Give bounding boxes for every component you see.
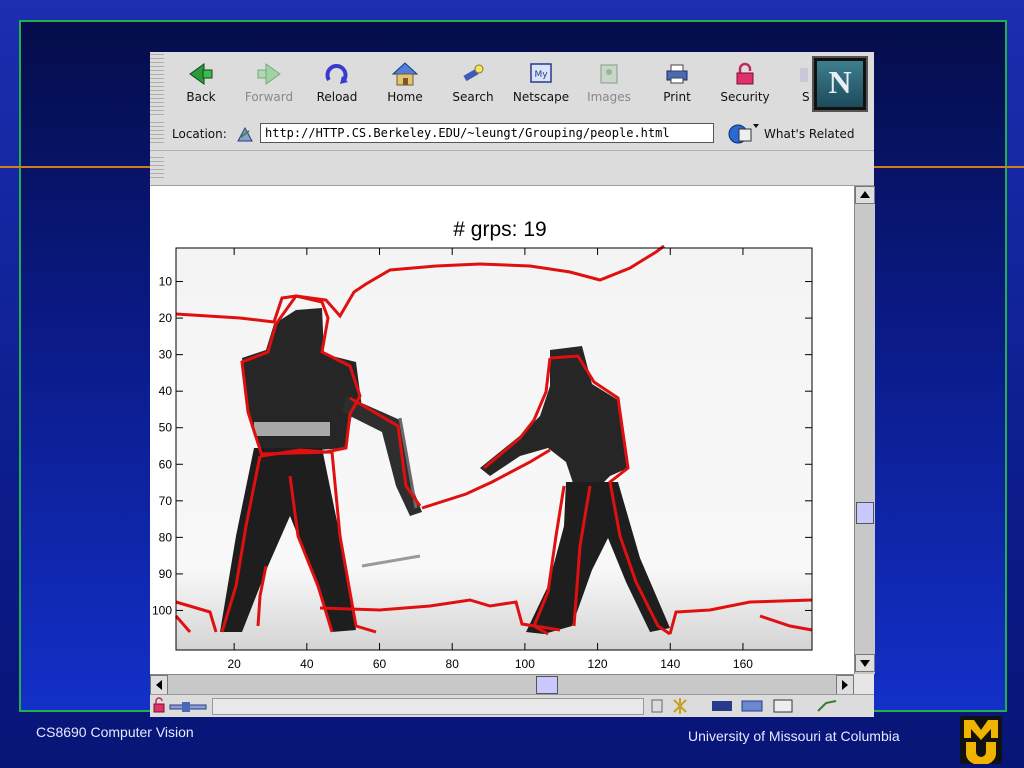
back-label: Back <box>186 90 216 104</box>
location-grip[interactable] <box>150 122 164 146</box>
images-button[interactable]: Images <box>576 58 642 112</box>
personal-toolbar <box>150 151 874 186</box>
scroll-up-button[interactable] <box>855 186 875 204</box>
forward-arrow-icon <box>257 63 281 85</box>
netscape-button[interactable]: My Netscape <box>508 58 574 112</box>
reload-label: Reload <box>316 90 358 104</box>
y-tick-label: 80 <box>159 530 173 544</box>
forward-label: Forward <box>244 90 294 104</box>
navigation-toolbar: Back Forward Reload Home Search My Netsc… <box>150 52 874 119</box>
back-button[interactable]: Back <box>168 58 234 112</box>
vertical-scroll-thumb[interactable] <box>856 502 874 524</box>
triangle-up-icon <box>860 191 870 198</box>
location-label: Location: <box>172 127 227 141</box>
shop-button[interactable]: S <box>780 58 810 112</box>
home-icon <box>391 62 419 86</box>
svg-text:My: My <box>534 70 548 80</box>
triangle-left-icon <box>156 680 162 690</box>
scroll-left-button[interactable] <box>150 675 168 695</box>
search-flashlight-icon <box>463 64 484 82</box>
search-button[interactable]: Search <box>440 58 506 112</box>
print-button[interactable]: Print <box>644 58 710 112</box>
print-label: Print <box>663 90 691 104</box>
status-message-field <box>212 698 644 715</box>
reload-button[interactable]: Reload <box>304 58 370 112</box>
scroll-right-button[interactable] <box>836 675 854 695</box>
x-tick-label: 80 <box>446 657 460 671</box>
x-tick-label: 100 <box>515 657 535 671</box>
back-arrow-icon <box>189 63 213 85</box>
forward-button[interactable]: Forward <box>236 58 302 112</box>
url-input[interactable]: http://HTTP.CS.Berkeley.EDU/~leungt/Grou… <box>260 123 714 143</box>
printer-icon <box>666 64 688 84</box>
y-tick-label: 60 <box>159 457 173 471</box>
y-tick-label: 40 <box>159 384 173 398</box>
triangle-right-icon <box>842 680 848 690</box>
padlock-icon <box>736 62 754 85</box>
bookmark-page-icon[interactable] <box>234 123 256 145</box>
figure-title: # grps: 19 <box>453 218 546 241</box>
security-label: Security <box>720 90 770 104</box>
segmentation-figure: # grps: 19 20 40 60 80 100 120 140 160 1… <box>152 218 813 671</box>
y-tick-label: 10 <box>159 275 173 289</box>
my-netscape-icon: My <box>530 63 552 83</box>
reload-icon <box>325 64 348 84</box>
y-tick-label: 20 <box>159 311 173 325</box>
whats-related-button[interactable]: What's Related <box>724 122 870 146</box>
university-logo <box>960 716 1002 764</box>
whats-related-label: What's Related <box>764 127 855 141</box>
x-tick-label: 60 <box>373 657 387 671</box>
images-icon <box>600 64 618 84</box>
netscape-logo[interactable]: N <box>812 56 868 112</box>
location-bar: Location: http://HTTP.CS.Berkeley.EDU/~l… <box>150 118 874 151</box>
status-bar <box>150 694 874 717</box>
y-tick-label: 30 <box>159 348 173 362</box>
security-button[interactable]: Security <box>712 58 778 112</box>
y-tick-label: 70 <box>159 494 173 508</box>
whats-related-icon <box>728 124 759 144</box>
university-name: University of Missouri at Columbia <box>688 728 900 744</box>
x-tick-label: 160 <box>733 657 753 671</box>
images-label: Images <box>587 90 631 104</box>
y-tick-label: 90 <box>159 567 173 581</box>
scroll-down-button[interactable] <box>855 654 875 672</box>
x-tick-label: 140 <box>660 657 680 671</box>
course-title: CS8690 Computer Vision <box>36 724 194 740</box>
triangle-down-icon <box>860 660 870 667</box>
home-button[interactable]: Home <box>372 58 438 112</box>
x-tick-label: 120 <box>588 657 608 671</box>
page-content: # grps: 19 20 40 60 80 100 120 140 160 1… <box>150 186 854 674</box>
toolbar-grip[interactable] <box>150 54 164 116</box>
home-label: Home <box>387 90 423 104</box>
browser-window: Back Forward Reload Home Search My Netsc… <box>150 52 875 717</box>
security-connection-icon[interactable] <box>152 697 208 715</box>
x-tick-label: 20 <box>227 657 241 671</box>
shop-icon <box>800 68 808 82</box>
y-tick-label: 50 <box>159 421 173 435</box>
search-label: Search <box>452 90 494 104</box>
y-tick-label: 100 <box>152 603 172 617</box>
horizontal-scrollbar[interactable] <box>150 674 854 695</box>
x-tick-label: 40 <box>300 657 314 671</box>
shop-label: S <box>802 90 810 104</box>
netscape-label: Netscape <box>512 90 570 104</box>
personal-toolbar-grip[interactable] <box>150 157 164 179</box>
vertical-scrollbar[interactable] <box>854 186 875 674</box>
horizontal-scroll-thumb[interactable] <box>536 676 558 694</box>
netscape-logo-letter: N <box>828 64 852 100</box>
component-bar[interactable] <box>650 697 850 715</box>
